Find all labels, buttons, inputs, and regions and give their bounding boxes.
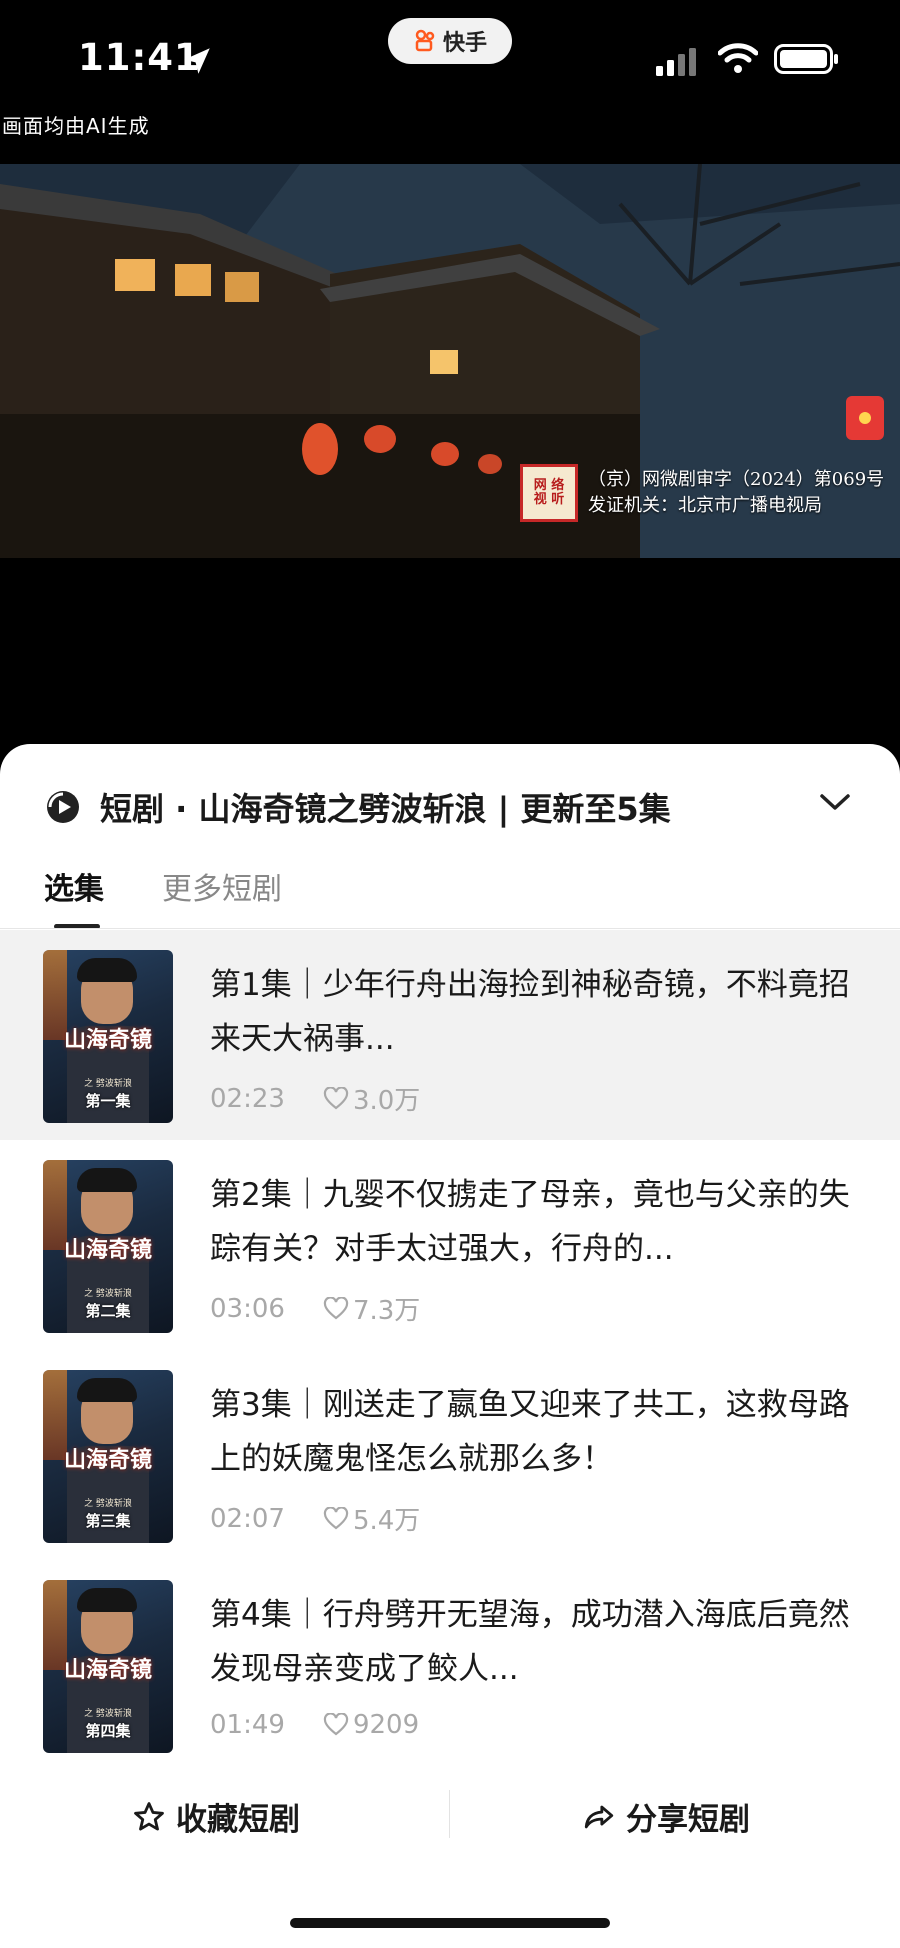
poster-subtitle: 之 劈波斩浪 [84, 1289, 132, 1299]
wifi-icon [718, 43, 758, 73]
episode-item-4[interactable]: 山海奇镜 之 劈波斩浪 第四集 第4集｜行舟劈开无望海，成功潜入海底后竟然发现母… [0, 1560, 900, 1770]
poster-title: 山海奇镜 [63, 1447, 152, 1473]
episode-item-3[interactable]: 山海奇镜 之 劈波斩浪 第三集 第3集｜刚送走了嬴鱼又迎来了共工，这救母路上的妖… [0, 1350, 900, 1560]
favorite-label: 收藏短剧 [176, 1802, 300, 1838]
episode-duration: 01:49 [210, 1710, 285, 1740]
poster-title: 山海奇镜 [63, 1657, 152, 1683]
episode-title: 第2集｜九婴不仅掳走了母亲，竟也与父亲的失踪有关？对手太过强大，行舟的... [210, 1177, 850, 1267]
episode-like-count: 9209 [352, 1710, 420, 1740]
episode-like-count: 3.0万 [352, 1086, 421, 1116]
video-player[interactable]: 网 络视 听 （京）网微剧审字（2024）第069号 发证机关：北京市广播电视局 [0, 164, 900, 558]
episode-duration: 03:06 [210, 1293, 285, 1324]
episode-item-1[interactable]: 山海奇镜 之 劈波斩浪 第一集 第1集｜少年行舟出海捡到神秘奇镜，不料竟招来天大… [0, 930, 900, 1140]
episode-duration: 02:23 [210, 1083, 285, 1114]
favorite-drama-button[interactable]: 收藏短剧 [132, 1794, 300, 1839]
star-icon [134, 1801, 164, 1830]
episode-like-count: 7.3万 [352, 1296, 421, 1326]
share-arrow-icon [584, 1805, 614, 1828]
tab-bar: 选集 更多短剧 [44, 864, 282, 908]
episode-meta: 03:06 7.3万 [210, 1290, 420, 1327]
tab-divider [0, 928, 900, 929]
episode-poster: 山海奇镜 之 劈波斩浪 第四集 [43, 1580, 173, 1753]
episode-likes: 7.3万 [323, 1290, 420, 1327]
episode-poster: 山海奇镜 之 劈波斩浪 第三集 [43, 1370, 173, 1543]
episode-title: 第1集｜少年行舟出海捡到神秘奇镜，不料竟招来天大祸事... [210, 967, 850, 1057]
tab-more-dramas[interactable]: 更多短剧 [162, 864, 282, 908]
home-indicator[interactable] [290, 1918, 610, 1928]
bottom-action-bar: 收藏短剧 分享短剧 [0, 1780, 900, 1848]
poster-episode-label: 第二集 [85, 1302, 131, 1320]
drama-play-icon [47, 791, 79, 823]
episode-likes: 9209 [323, 1710, 419, 1740]
series-title: 短剧 · 山海奇镜之劈波斩浪 | 更新至5集 [100, 790, 671, 828]
tab-episodes[interactable]: 选集 [44, 864, 104, 908]
episode-meta: 02:23 3.0万 [210, 1080, 420, 1117]
episode-title: 第4集｜行舟劈开无望海，成功潜入海底后竟然发现母亲变成了鲛人... [210, 1597, 850, 1687]
sheet-header: 短剧 · 山海奇镜之劈波斩浪 | 更新至5集 [46, 784, 671, 830]
ai-generated-notice: 画面均由AI生成 [2, 114, 150, 138]
kuaishou-logo-icon [415, 29, 435, 52]
episode-title: 第3集｜刚送走了嬴鱼又迎来了共工，这救母路上的妖魔鬼怪怎么就那么多！ [210, 1387, 850, 1477]
episode-meta: 01:49 9209 [210, 1710, 419, 1740]
heart-icon [323, 1086, 349, 1109]
poster-subtitle: 之 劈波斩浪 [84, 1709, 132, 1719]
share-drama-button[interactable]: 分享短剧 [582, 1794, 750, 1839]
poster-episode-label: 第四集 [85, 1722, 131, 1740]
episode-meta: 02:07 5.4万 [210, 1500, 420, 1537]
heart-icon [323, 1713, 349, 1736]
license-text: （京）网微剧审字（2024）第069号 发证机关：北京市广播电视局 [588, 467, 884, 519]
poster-title: 山海奇镜 [63, 1237, 152, 1263]
license-line-1: （京）网微剧审字（2024）第069号 [588, 469, 885, 490]
episode-poster: 山海奇镜 之 劈波斩浪 第一集 [43, 950, 173, 1123]
episode-sheet: 短剧 · 山海奇镜之劈波斩浪 | 更新至5集 选集 更多短剧 山海奇镜 之 劈波… [0, 744, 900, 1948]
episode-like-count: 5.4万 [352, 1506, 421, 1536]
share-label: 分享短剧 [626, 1802, 750, 1838]
network-av-seal: 网 络视 听 [520, 464, 578, 522]
app-indicator-pill[interactable]: 快手 [388, 18, 512, 64]
episode-duration: 02:07 [210, 1503, 285, 1534]
collapse-chevron-icon[interactable] [818, 790, 852, 814]
episode-item-2[interactable]: 山海奇镜 之 劈波斩浪 第二集 第2集｜九婴不仅掳走了母亲，竟也与父亲的失踪有关… [0, 1140, 900, 1350]
license-line-2: 发证机关：北京市广播电视局 [588, 495, 822, 516]
app-name: 快手 [442, 31, 487, 56]
cellular-signal-icon [656, 48, 696, 76]
poster-subtitle: 之 劈波斩浪 [84, 1499, 132, 1509]
license-overlay: 网 络视 听 （京）网微剧审字（2024）第069号 发证机关：北京市广播电视局 [520, 464, 884, 522]
action-divider [449, 1790, 450, 1838]
episode-likes: 3.0万 [323, 1080, 420, 1117]
status-bar: 11:41 快手 [0, 0, 900, 120]
heart-icon [323, 1506, 349, 1529]
red-packet-icon[interactable] [846, 396, 884, 440]
episode-likes: 5.4万 [323, 1500, 420, 1537]
poster-title: 山海奇镜 [63, 1027, 152, 1053]
episode-list: 山海奇镜 之 劈波斩浪 第一集 第1集｜少年行舟出海捡到神秘奇镜，不料竟招来天大… [0, 930, 900, 1770]
battery-icon [774, 44, 838, 74]
poster-episode-label: 第三集 [85, 1512, 131, 1530]
episode-poster: 山海奇镜 之 劈波斩浪 第二集 [43, 1160, 173, 1333]
location-arrow-icon [184, 48, 210, 74]
heart-icon [323, 1296, 349, 1319]
poster-subtitle: 之 劈波斩浪 [84, 1079, 132, 1089]
poster-episode-label: 第一集 [85, 1092, 131, 1110]
